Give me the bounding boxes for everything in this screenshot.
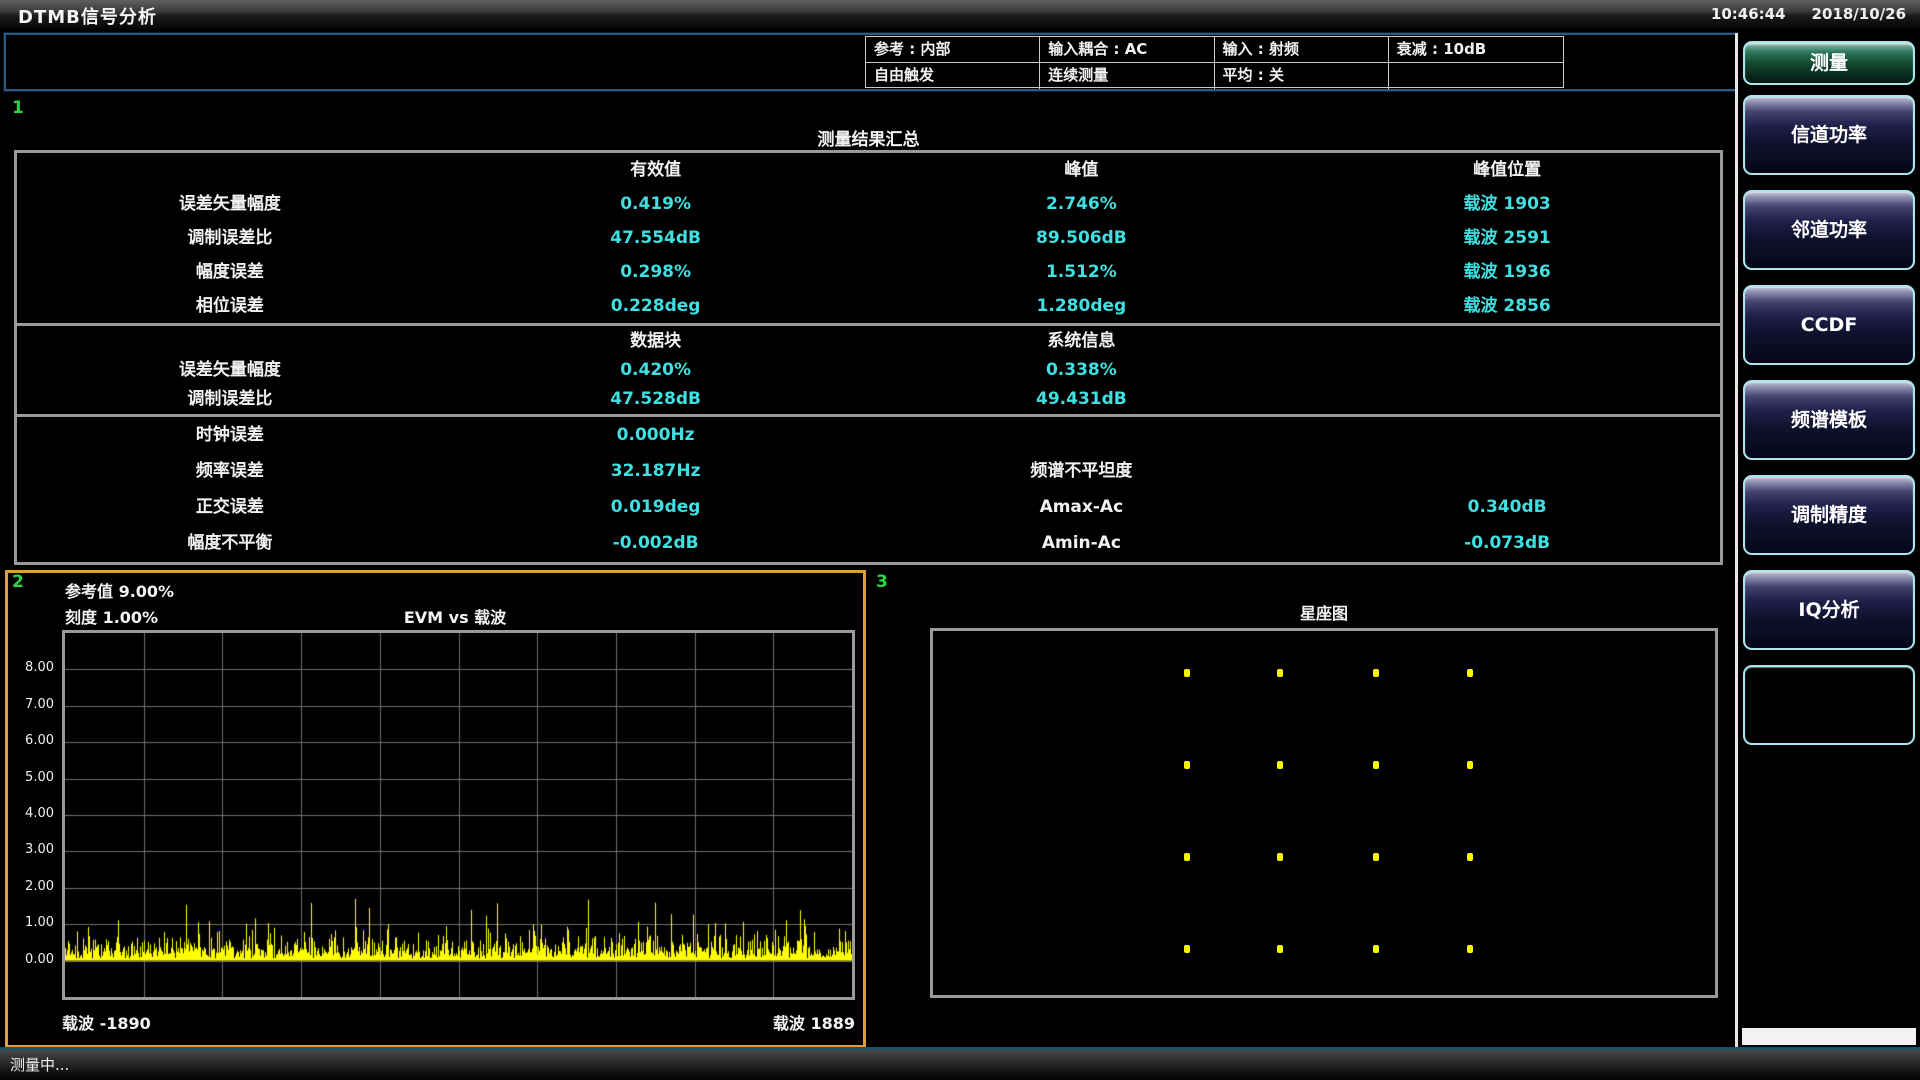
evm-reference-label: 参考值 9.00% (65, 578, 174, 602)
col-header-peak: 峰值 (869, 153, 1295, 187)
evm-signal-canvas (65, 633, 852, 997)
sidebar-button-adjacent-channel-power[interactable]: 邻道功率 (1743, 190, 1915, 270)
summary-title: 测量结果汇总 (14, 125, 1723, 150)
constellation-plot-area[interactable] (930, 628, 1718, 998)
constellation-point (1184, 761, 1190, 769)
status-input-coupling: 输入耦合 : AC (1040, 37, 1214, 63)
title-bar: DTMB信号分析 10:46:44 2018/10/26 (0, 0, 1920, 30)
sidebar-button-empty[interactable] (1743, 665, 1915, 745)
date-text: 2018/10/26 (1812, 5, 1906, 23)
status-reference: 参考 : 内部 (866, 37, 1040, 63)
evm-ytick: 5.00 (8, 770, 54, 785)
main-sidebar-divider (1735, 33, 1738, 1047)
summary-section-peaks: 有效值 峰值 峰值位置 误差矢量幅度 0.419% 2.746% 载波 1903… (17, 153, 1720, 323)
constellation-point (1467, 761, 1473, 769)
evm-ytick: 3.00 (8, 842, 54, 857)
summary-section-errors: 时钟误差 0.000Hz 频率误差 32.187Hz 频谱不平坦度 正交误差 0… (17, 414, 1720, 561)
clock: 10:46:44 2018/10/26 (1711, 5, 1906, 23)
constellation-point (1184, 945, 1190, 953)
table-row: 调制误差比 47.554dB 89.506dB 载波 2591 (17, 221, 1720, 255)
summary-section-datablock: 数据块 系统信息 误差矢量幅度 0.420% 0.338% 调制误差比 47.5… (17, 323, 1720, 414)
col-header-system-info: 系统信息 (869, 326, 1295, 356)
constellation-point (1373, 853, 1379, 861)
constellation-point (1277, 945, 1283, 953)
table-row: 正交误差 0.019deg Amax-Ac 0.340dB (17, 489, 1720, 525)
table-row: 调制误差比 47.528dB 49.431dB (17, 385, 1720, 414)
table-row: 幅度不平衡 -0.002dB Amin-Ac -0.073dB (17, 525, 1720, 561)
constellation-point (1184, 853, 1190, 861)
sidebar-button-iq-analysis[interactable]: IQ分析 (1743, 570, 1915, 650)
evm-plot-area[interactable] (62, 630, 855, 1000)
status-average: 平均 : 关 (1215, 63, 1389, 89)
footer-status-bar: 测量中... (0, 1050, 1920, 1080)
evm-ytick: 2.00 (8, 879, 54, 894)
app-title: DTMB信号分析 (18, 3, 157, 29)
sidebar-menu: 测量 信道功率 邻道功率 CCDF 频谱模板 调制精度 IQ分析 (1739, 33, 1920, 1047)
table-row: 频率误差 32.187Hz 频谱不平坦度 (17, 453, 1720, 489)
constellation-point (1277, 669, 1283, 677)
time-text: 10:46:44 (1711, 5, 1786, 23)
evm-ytick: 1.00 (8, 915, 54, 930)
sidebar-button-channel-power[interactable]: 信道功率 (1743, 95, 1915, 175)
status-empty-cell (1389, 63, 1563, 89)
evm-x-start-label: 载波 -1890 (62, 1010, 151, 1034)
table-row: 幅度误差 0.298% 1.512% 载波 1936 (17, 255, 1720, 289)
constellation-point (1467, 669, 1473, 677)
sidebar-bottom-strip (1742, 1028, 1916, 1045)
sidebar-button-ccdf[interactable]: CCDF (1743, 285, 1915, 365)
evm-ytick: 0.00 (8, 952, 54, 967)
table-row: 相位误差 0.228deg 1.280deg 载波 2856 (17, 289, 1720, 323)
evm-chart-title: EVM vs 载波 (305, 604, 605, 628)
status-grid: 参考 : 内部 输入耦合 : AC 输入 : 射频 衰减 : 10dB 自由触发… (865, 36, 1564, 88)
col-header-rms: 有效值 (443, 153, 869, 187)
sidebar-button-spectrum-mask[interactable]: 频谱模板 (1743, 380, 1915, 460)
constellation-point (1467, 945, 1473, 953)
constellation-point (1467, 853, 1473, 861)
constellation-title: 星座图 (930, 600, 1718, 624)
constellation-point (1373, 761, 1379, 769)
constellation-point (1373, 669, 1379, 677)
status-trigger: 自由触发 (866, 63, 1040, 89)
constellation-point (1277, 853, 1283, 861)
constellation-point (1373, 945, 1379, 953)
panel3-index: 3 (876, 572, 888, 592)
evm-scale-label: 刻度 1.00% (65, 604, 158, 628)
table-row: 时钟误差 0.000Hz (17, 417, 1720, 453)
evm-x-end-label: 载波 1889 (655, 1010, 855, 1034)
table-row: 误差矢量幅度 0.420% 0.338% (17, 356, 1720, 385)
status-measure-mode: 连续测量 (1040, 63, 1214, 89)
table-row: 误差矢量幅度 0.419% 2.746% 载波 1903 (17, 187, 1720, 221)
col-header-peak-pos: 峰值位置 (1294, 153, 1720, 187)
status-attenuation: 衰减 : 10dB (1389, 37, 1563, 63)
table-header-row: 数据块 系统信息 (17, 326, 1720, 356)
summary-table: 有效值 峰值 峰值位置 误差矢量幅度 0.419% 2.746% 载波 1903… (14, 150, 1723, 565)
evm-ytick: 8.00 (8, 660, 54, 675)
status-input: 输入 : 射频 (1215, 37, 1389, 63)
constellation-point (1184, 669, 1190, 677)
table-header-row: 有效值 峰值 峰值位置 (17, 153, 1720, 187)
evm-ytick: 4.00 (8, 806, 54, 821)
col-header-datablock: 数据块 (443, 326, 869, 356)
panel1-index: 1 (12, 98, 24, 118)
evm-ytick: 7.00 (8, 697, 54, 712)
sidebar-button-modulation-accuracy[interactable]: 调制精度 (1743, 475, 1915, 555)
constellation-point (1277, 761, 1283, 769)
sidebar-button-measure[interactable]: 测量 (1743, 41, 1915, 85)
measuring-status-text: 测量中... (10, 1054, 69, 1075)
evm-ytick: 6.00 (8, 733, 54, 748)
instrument-screen: DTMB信号分析 10:46:44 2018/10/26 参考 : 内部 输入耦合… (0, 0, 1920, 1080)
panel2-index: 2 (12, 572, 24, 592)
status-strip: 参考 : 内部 输入耦合 : AC 输入 : 射频 衰减 : 10dB 自由触发… (4, 33, 1737, 91)
